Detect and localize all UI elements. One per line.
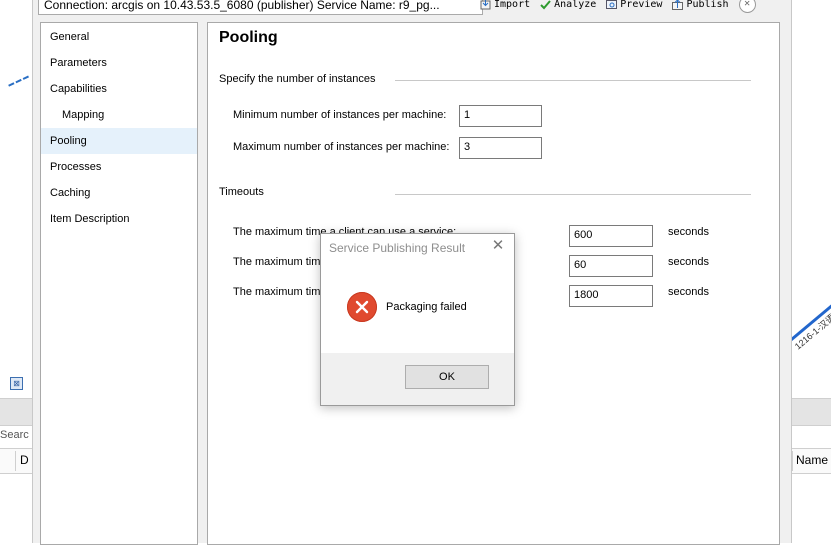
dialog-close-icon[interactable]: ✕	[490, 238, 506, 254]
timeout-wait-input[interactable]: 60	[569, 255, 653, 277]
nav-item-pooling[interactable]: Pooling	[41, 128, 197, 154]
service-publishing-result-dialog: Service Publishing Result ✕ Packaging fa…	[320, 233, 515, 406]
import-button[interactable]: Import	[480, 0, 530, 10]
connection-info: Connection: arcgis on 10.43.53.5_6080 (p…	[38, 0, 483, 15]
max-instances-label: Maximum number of instances per machine:	[233, 141, 450, 153]
background-column-d[interactable]: D	[20, 453, 29, 467]
timeouts-section-label: Timeouts	[219, 186, 264, 198]
timeout-idle-unit: seconds	[668, 286, 709, 298]
timeout-usage-unit: seconds	[668, 226, 709, 238]
nav-item-general[interactable]: General	[41, 24, 197, 50]
background-column-name[interactable]: Name	[796, 453, 828, 467]
nav-item-parameters[interactable]: Parameters	[41, 50, 197, 76]
nav-item-item-description[interactable]: Item Description	[41, 206, 197, 232]
import-icon	[480, 0, 491, 9]
editor-nav-list: General Parameters Capabilities Mapping …	[40, 22, 198, 545]
timeout-usage-input[interactable]: 600	[569, 225, 653, 247]
nav-item-processes[interactable]: Processes	[41, 154, 197, 180]
instances-section-label: Specify the number of instances	[219, 73, 376, 85]
publish-button[interactable]: Publish	[672, 0, 729, 10]
preview-button[interactable]: Preview	[606, 0, 662, 10]
timeout-idle-input[interactable]: 1800	[569, 285, 653, 307]
background-right-table-header: Name	[790, 448, 831, 474]
map-scroll-icon[interactable]: ⊠	[10, 377, 23, 390]
editor-toolbar: Import Analyze Preview Publish ✕	[480, 0, 756, 13]
import-label: Import	[494, 0, 531, 10]
timeout-label-idle: The maximum time	[233, 286, 327, 298]
preview-label: Preview	[620, 0, 663, 10]
min-instances-label: Minimum number of instances per machine:	[233, 109, 447, 121]
preview-icon	[606, 0, 618, 9]
nav-item-capabilities[interactable]: Capabilities	[41, 76, 197, 102]
nav-item-caching[interactable]: Caching	[41, 180, 197, 206]
background-right-strip	[790, 398, 831, 426]
error-icon	[347, 292, 377, 322]
publish-label: Publish	[686, 0, 729, 10]
max-instances-input[interactable]: 3	[459, 137, 542, 159]
instances-divider	[395, 80, 751, 81]
nav-item-mapping[interactable]: Mapping	[41, 102, 197, 128]
ok-button[interactable]: OK	[405, 365, 489, 389]
dialog-message: Packaging failed	[386, 301, 467, 313]
close-editor-button[interactable]: ✕	[738, 0, 756, 13]
page-title: Pooling	[219, 29, 278, 46]
analyze-button[interactable]: Analyze	[540, 0, 596, 10]
timeout-wait-unit: seconds	[668, 256, 709, 268]
publish-icon	[672, 0, 684, 10]
checkmark-icon	[540, 0, 551, 9]
timeout-label-wait: The maximum time	[233, 256, 327, 268]
analyze-label: Analyze	[554, 0, 597, 10]
timeouts-divider	[395, 194, 751, 195]
dialog-title: Service Publishing Result	[329, 241, 466, 255]
min-instances-input[interactable]: 1	[459, 105, 542, 127]
